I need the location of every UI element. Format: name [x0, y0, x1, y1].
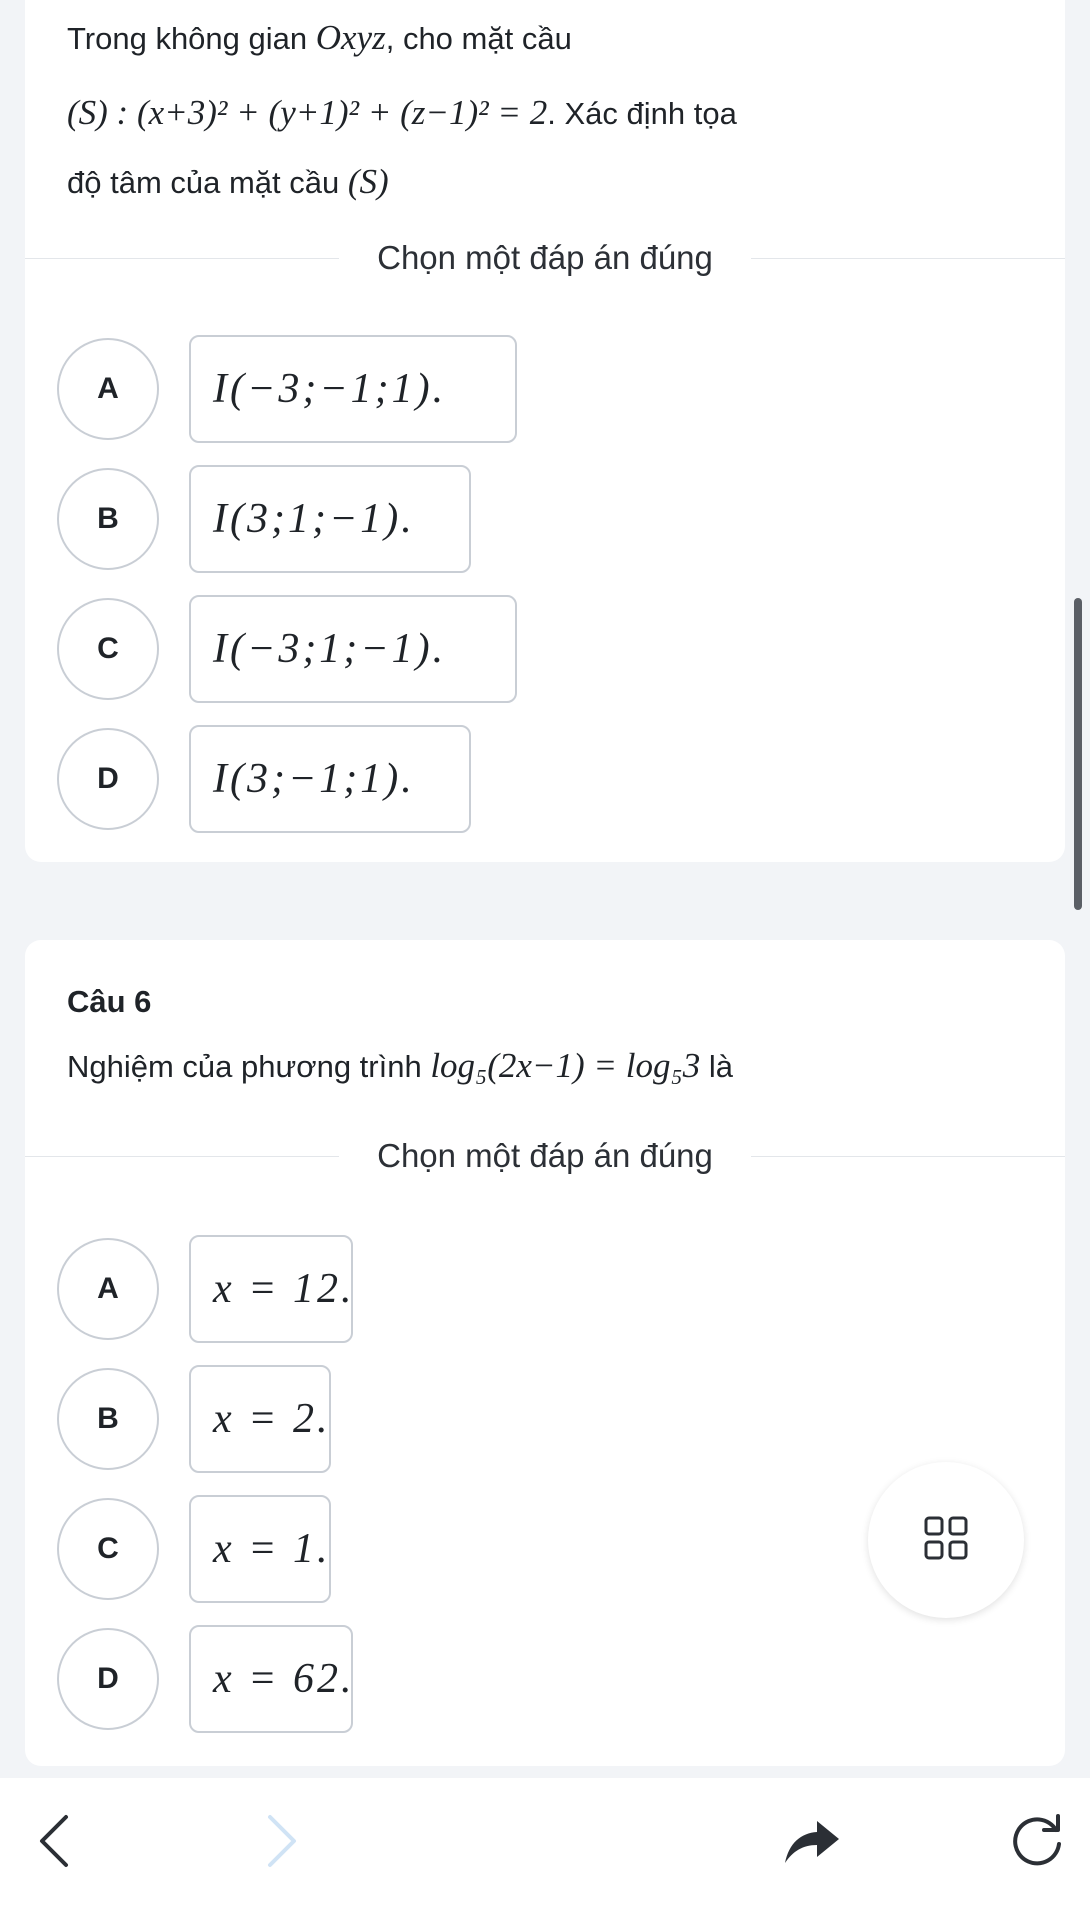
option-letter[interactable]: B — [57, 1368, 159, 1470]
divider-line — [25, 1155, 340, 1157]
forward-arrow-icon — [779, 1813, 843, 1874]
question-card-5: Trong không gian Oxyz, cho mặt cầu (S) :… — [25, 0, 1066, 862]
option-c[interactable]: C I(−3;1;−1). — [57, 595, 517, 703]
share-button[interactable] — [766, 1798, 856, 1888]
reload-icon — [1006, 1810, 1068, 1877]
option-answer[interactable]: I(−3;1;−1). — [189, 595, 517, 703]
option-answer[interactable]: I(3;−1;1). — [189, 725, 471, 833]
question-title: Câu 6 — [67, 984, 152, 1019]
option-d[interactable]: D I(3;−1;1). — [57, 725, 471, 833]
divider-line — [25, 257, 340, 259]
question-text-segment: , cho mặt cầu — [385, 21, 572, 56]
question-line-3: độ tâm của mặt cầu (S) — [67, 158, 1025, 207]
option-answer[interactable]: I(−3;−1;1). — [189, 335, 517, 443]
option-letter[interactable]: C — [57, 1498, 159, 1600]
question-text-segment: Trong không gian — [67, 21, 316, 56]
question-card-6: Câu 6 Nghiệm của phương trình log₅(2x−1)… — [25, 940, 1066, 1766]
math-expression: (S) — [347, 162, 389, 201]
choose-one-divider: Chọn một đáp án đúng — [25, 1136, 1066, 1176]
option-letter[interactable]: B — [57, 468, 159, 570]
question-text: Nghiệm của phương trình log₅(2x−1) = log… — [67, 1042, 1025, 1091]
question-line-2: (S) : (x+3)² + (y+1)² + (z−1)² = 2. Xác … — [67, 89, 1025, 138]
back-button[interactable] — [10, 1798, 100, 1888]
question-text-segment: . Xác định tọa — [547, 96, 737, 131]
option-a[interactable]: A x = 12. — [57, 1235, 353, 1343]
option-letter[interactable]: D — [57, 728, 159, 830]
choose-one-label: Chọn một đáp án đúng — [377, 239, 713, 276]
choose-one-label: Chọn một đáp án đúng — [377, 1137, 713, 1174]
choose-one-divider: Chọn một đáp án đúng — [25, 238, 1066, 278]
math-expression: (S) : (x+3)² + (y+1)² + (z−1)² = 2 — [67, 93, 548, 132]
option-a[interactable]: A I(−3;−1;1). — [57, 335, 517, 443]
question-grid-button[interactable] — [868, 1462, 1024, 1618]
grid-icon — [923, 1515, 969, 1566]
option-letter[interactable]: C — [57, 598, 159, 700]
option-answer[interactable]: x = 12. — [189, 1235, 353, 1343]
bottom-navigation-bar — [0, 1778, 1090, 1924]
math-expression: log₅(2x−1) = log₅3 — [430, 1046, 701, 1085]
option-letter[interactable]: A — [57, 1238, 159, 1340]
chevron-right-icon — [256, 1811, 306, 1876]
option-c[interactable]: C x = 1. — [57, 1495, 331, 1603]
option-letter[interactable]: A — [57, 338, 159, 440]
math-expression: Oxyz — [315, 18, 386, 57]
reload-button[interactable] — [992, 1798, 1082, 1888]
option-answer[interactable]: x = 62. — [189, 1625, 353, 1733]
option-b[interactable]: B x = 2. — [57, 1365, 331, 1473]
divider-line — [750, 1155, 1066, 1157]
option-answer[interactable]: x = 1. — [189, 1495, 331, 1603]
option-d[interactable]: D x = 62. — [57, 1625, 353, 1733]
question-text-segment: độ tâm của mặt cầu — [67, 165, 348, 200]
option-answer[interactable]: I(3;1;−1). — [189, 465, 471, 573]
option-b[interactable]: B I(3;1;−1). — [57, 465, 471, 573]
divider-line — [750, 257, 1066, 259]
option-answer[interactable]: x = 2. — [189, 1365, 331, 1473]
question-text-segment: Nghiệm của phương trình — [67, 1049, 431, 1084]
forward-button[interactable] — [236, 1798, 326, 1888]
question-line-1: Trong không gian Oxyz, cho mặt cầu — [67, 14, 1025, 63]
option-letter[interactable]: D — [57, 1628, 159, 1730]
question-text: Trong không gian Oxyz, cho mặt cầu (S) :… — [67, 14, 1025, 207]
scrollbar-thumb[interactable] — [1074, 598, 1082, 910]
chevron-left-icon — [30, 1811, 80, 1876]
question-text-segment: là — [700, 1049, 733, 1084]
